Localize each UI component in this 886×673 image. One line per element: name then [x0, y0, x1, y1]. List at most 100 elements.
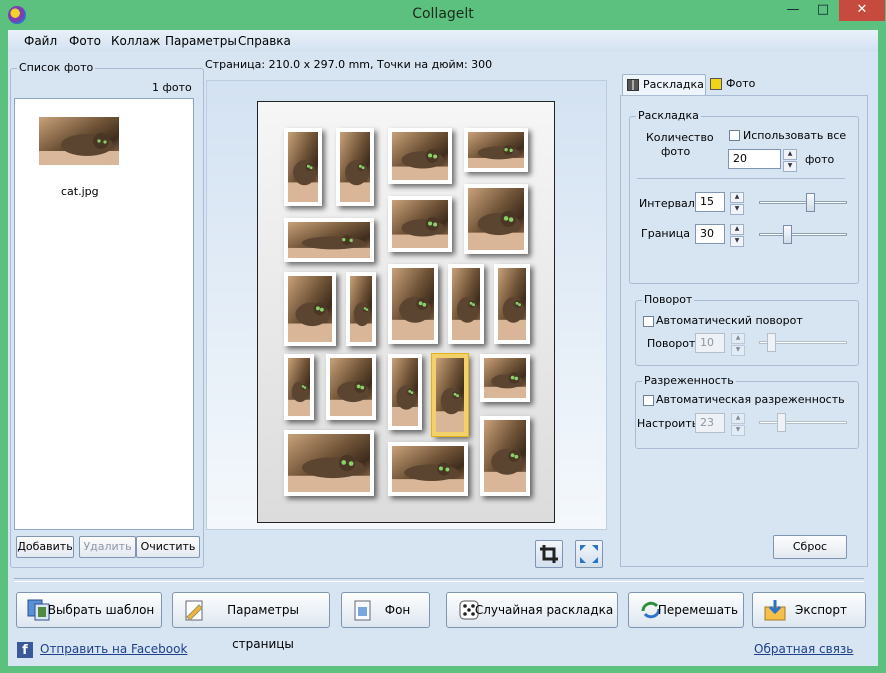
collage-photo[interactable]	[448, 264, 484, 344]
collage-photo[interactable]	[388, 264, 438, 344]
minimize-button[interactable]: —	[780, 0, 806, 21]
auto-sparsity-checkbox[interactable]	[643, 395, 654, 406]
border-slider[interactable]	[759, 233, 847, 236]
maximize-button[interactable]: □	[810, 0, 836, 21]
collage-photo[interactable]	[480, 416, 530, 496]
layout-group-title: Раскладка	[636, 109, 701, 122]
collage-photo[interactable]	[388, 128, 452, 184]
sparsity-slider-thumb[interactable]	[777, 413, 786, 432]
choose-template-button[interactable]: Выбрать шаблон	[16, 592, 162, 628]
collage-photo[interactable]	[284, 354, 314, 420]
tab-layout[interactable]: Раскладка	[622, 74, 706, 95]
feedback-link[interactable]: Обратная связь	[754, 642, 853, 656]
interval-spinner[interactable]: ▲ ▼	[730, 192, 744, 215]
collage-photo[interactable]	[336, 128, 374, 206]
add-photo-button[interactable]: Добавить	[16, 536, 74, 558]
cat-photo	[392, 200, 448, 248]
page-params-button[interactable]: Параметры страницы	[172, 592, 330, 651]
sparsity-group: Разреженность	[635, 374, 859, 449]
facebook-icon[interactable]: f	[17, 642, 33, 658]
border-input[interactable]: 30	[695, 224, 725, 244]
crop-button[interactable]	[535, 540, 563, 568]
cat-photo	[392, 132, 448, 180]
sparsity-slider[interactable]	[759, 421, 847, 424]
close-button[interactable]: ✕	[839, 0, 885, 21]
collage-photo[interactable]	[464, 184, 528, 254]
cat-photo	[484, 358, 526, 398]
app-window: Collagelt — □ ✕ Файл Фото Коллаж Парамет…	[0, 0, 886, 673]
layout-icon	[627, 79, 639, 91]
auto-rotation-checkbox[interactable]	[643, 316, 654, 327]
tab-layout-label: Раскладка	[643, 78, 704, 91]
collage-photo[interactable]	[326, 354, 376, 420]
choose-template-label: Выбрать шаблон	[47, 603, 155, 617]
clear-photos-button[interactable]: Очистить	[136, 536, 200, 558]
photo-list[interactable]: cat.jpg	[14, 98, 194, 530]
rotation-group: Поворот	[635, 293, 859, 366]
cat-photo	[452, 268, 480, 340]
rotation-label: Поворот	[647, 337, 696, 350]
collage-photo[interactable]	[388, 442, 468, 496]
photo-count-spinner[interactable]: ▲ ▼	[783, 149, 797, 172]
cat-photo	[288, 276, 332, 342]
background-label: Фон	[384, 603, 411, 617]
rotation-spinner[interactable]: ▲ ▼	[731, 333, 745, 356]
border-slider-thumb[interactable]	[782, 225, 792, 244]
collage-photo[interactable]	[494, 264, 530, 344]
menu-help[interactable]: Справка	[238, 34, 291, 48]
cat-photo	[288, 358, 310, 416]
facebook-link[interactable]: Отправить на Facebook	[40, 642, 187, 656]
menu-photo[interactable]: Фото	[69, 34, 101, 48]
page-info: Страница: 210.0 x 297.0 mm, Точки на дюй…	[205, 58, 493, 71]
collage-photo[interactable]	[388, 354, 422, 430]
shuffle-button[interactable]: Перемешать	[628, 592, 744, 628]
reset-button[interactable]: Сброс	[773, 535, 847, 559]
collage-photo[interactable]	[346, 272, 376, 346]
collage-photo[interactable]	[284, 272, 336, 346]
collage-photo[interactable]	[388, 196, 452, 252]
collage-canvas[interactable]	[206, 80, 607, 530]
cat-photo	[392, 268, 434, 340]
random-layout-button[interactable]: Случайная раскладка	[446, 592, 618, 628]
layout-divider	[637, 178, 845, 179]
background-button[interactable]: Фон	[341, 592, 430, 628]
tab-photo[interactable]: Фото	[706, 74, 766, 94]
menu-parameters[interactable]: Параметры	[165, 34, 237, 48]
delete-photo-button[interactable]: Удалить	[79, 536, 136, 558]
random-layout-label: Случайная раскладка	[474, 603, 614, 617]
interval-slider-thumb[interactable]	[806, 193, 816, 212]
layout-tab-panel: Раскладка Количество фото Использовать в…	[620, 95, 868, 567]
window-title: Collagelt	[412, 6, 474, 22]
fit-button[interactable]	[575, 540, 603, 568]
photo-count: 1 фото	[152, 81, 192, 94]
collage-photo[interactable]	[464, 128, 528, 172]
border-spinner[interactable]: ▲ ▼	[730, 224, 744, 247]
interval-slider[interactable]	[759, 201, 847, 204]
settings-tabs: Раскладка Фото	[620, 74, 866, 96]
photo-count-unit: фото	[805, 153, 835, 166]
menu-collage[interactable]: Коллаж	[111, 34, 160, 48]
collage-photo[interactable]	[480, 354, 530, 402]
cat-photo	[498, 268, 526, 340]
sparsity-input[interactable]: 23	[695, 413, 725, 433]
use-all-checkbox[interactable]	[729, 130, 740, 141]
photo-count-label-2: фото	[661, 145, 691, 158]
collage-photo[interactable]	[432, 354, 468, 436]
export-button[interactable]: Экспорт	[752, 592, 866, 628]
menu-file[interactable]: Файл	[24, 34, 57, 48]
photo-count-input[interactable]: 20	[728, 149, 781, 169]
tab-photo-label: Фото	[726, 77, 756, 90]
rotation-input[interactable]: 10	[695, 333, 725, 353]
cat-photo	[288, 434, 370, 492]
photo-list-title: Список фото	[17, 61, 96, 74]
client-area: Файл Фото Коллаж Параметры Справка Списо…	[8, 30, 878, 666]
collage-photo[interactable]	[284, 430, 374, 496]
rotation-slider-thumb[interactable]	[767, 333, 776, 352]
expand-icon	[580, 545, 598, 563]
title-bar[interactable]: Collagelt — □ ✕	[0, 0, 886, 30]
collage-photo[interactable]	[284, 218, 374, 262]
collage-photo[interactable]	[284, 128, 322, 206]
sparsity-spinner[interactable]: ▲ ▼	[731, 413, 745, 436]
interval-input[interactable]: 15	[695, 192, 725, 212]
photo-thumbnail[interactable]	[39, 117, 119, 165]
